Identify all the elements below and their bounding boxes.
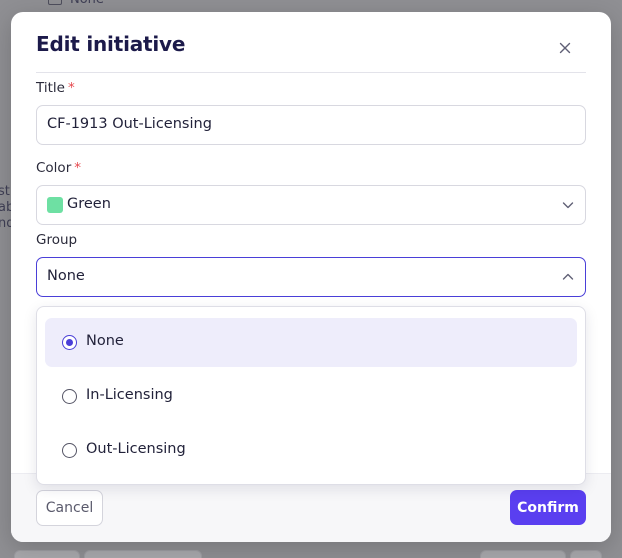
modal-title: Edit initiative [36, 32, 186, 56]
edit-initiative-modal: Edit initiative Title * CF-1913 Out-Licen… [11, 12, 611, 542]
group-option-out-licensing[interactable]: Out-Licensing [45, 426, 577, 475]
background-chip [84, 550, 202, 558]
radio-unchecked-icon [62, 443, 77, 458]
title-required-marker: * [67, 80, 75, 96]
group-label: Group [36, 232, 78, 248]
group-option-label: Out-Licensing [86, 441, 186, 457]
group-dropdown-list: None In-Licensing Out-Licensing [36, 306, 586, 485]
group-option-none[interactable]: None [45, 318, 577, 367]
title-label-text: Title [36, 80, 65, 96]
background-chip [480, 550, 566, 558]
color-select-value: Green [67, 196, 111, 212]
group-option-label: In-Licensing [86, 387, 173, 403]
header-divider [36, 72, 586, 73]
color-required-marker: * [74, 160, 81, 176]
close-button[interactable] [553, 36, 577, 60]
color-label-text: Color [36, 160, 72, 176]
radio-checked-icon [62, 335, 77, 350]
title-label: Title * [36, 80, 75, 96]
background-chip [570, 550, 602, 558]
cancel-button[interactable]: Cancel [36, 490, 103, 526]
color-swatch [47, 197, 63, 213]
background-option-label: None [70, 0, 104, 9]
chevron-down-icon [562, 202, 574, 209]
close-icon [559, 42, 571, 54]
group-option-label: None [86, 333, 124, 349]
title-input-value: CF-1913 Out-Licensing [47, 116, 212, 132]
title-input[interactable]: CF-1913 Out-Licensing [36, 105, 586, 145]
group-select[interactable]: None [36, 257, 586, 297]
background-checkbox [48, 0, 62, 5]
radio-unchecked-icon [62, 389, 77, 404]
color-select[interactable]: Green [36, 185, 586, 225]
group-option-in-licensing[interactable]: In-Licensing [45, 372, 577, 421]
confirm-button[interactable]: Confirm [510, 490, 586, 525]
background-chip [14, 550, 80, 558]
chevron-up-icon [562, 273, 574, 280]
group-select-value: None [47, 268, 85, 284]
color-label: Color * [36, 160, 81, 176]
